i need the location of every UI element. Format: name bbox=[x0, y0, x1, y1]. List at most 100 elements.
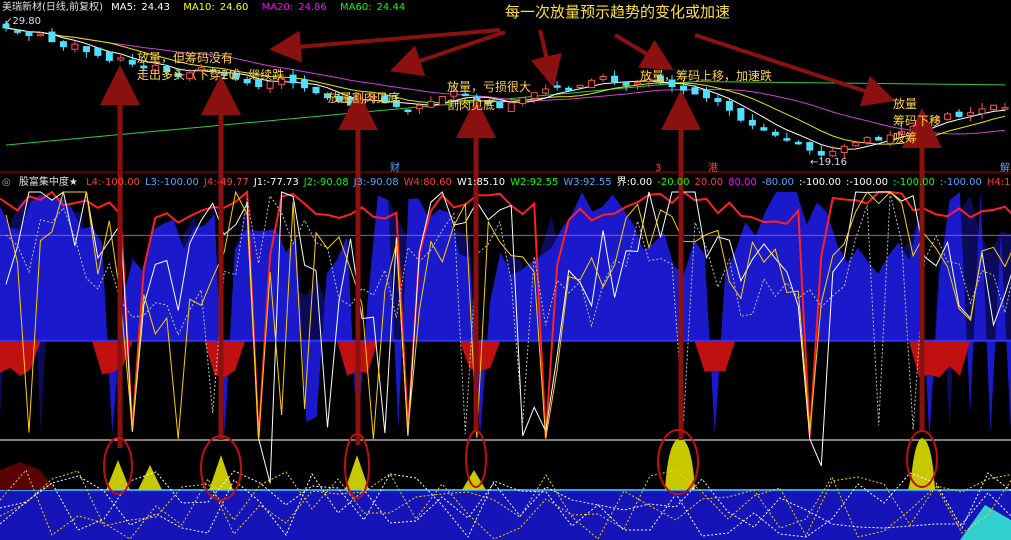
indicator-area-red bbox=[0, 340, 1011, 378]
candle-body bbox=[438, 95, 446, 106]
marker-gang: 港 bbox=[708, 163, 718, 174]
indicator-value-7: W1:85.10 bbox=[456, 177, 506, 188]
candle-body bbox=[702, 89, 710, 99]
candle-body bbox=[13, 30, 21, 33]
indicator-area-blue bbox=[0, 192, 1011, 439]
indicator-value-12: 20.00 bbox=[694, 177, 724, 188]
candle-body bbox=[737, 108, 745, 121]
candle-body bbox=[507, 102, 515, 112]
annotation-5-line2: 筹码下移 bbox=[893, 114, 942, 128]
candle-body bbox=[725, 100, 733, 111]
ma10-name: MA10: bbox=[183, 2, 215, 13]
indicator-value-15: :-100.00 bbox=[799, 177, 841, 188]
candle-body bbox=[496, 101, 504, 109]
candle-body bbox=[611, 75, 619, 83]
marker-3: 3 bbox=[655, 163, 662, 174]
candle-body bbox=[48, 31, 56, 43]
volume-spike bbox=[345, 455, 369, 490]
candle-body bbox=[783, 138, 791, 141]
high-price-label: ↙29.80 bbox=[4, 16, 42, 27]
candle-body bbox=[105, 51, 113, 61]
indicator-value-14: -80.00 bbox=[761, 177, 794, 188]
candle-body bbox=[301, 79, 309, 89]
candle-body bbox=[1001, 107, 1009, 110]
ma10-label: MA10: 24.60 bbox=[183, 2, 253, 13]
indicator-value-10: 界:0.00 bbox=[616, 177, 653, 188]
candle-body bbox=[576, 84, 584, 88]
candle-body bbox=[36, 33, 44, 37]
high-price-value: 29.80 bbox=[12, 16, 42, 27]
annotation-1-line2: 走出多头（下穿20）继续跌 bbox=[137, 68, 285, 82]
candle-body bbox=[565, 87, 573, 91]
headline-arrow bbox=[530, 29, 562, 88]
candle-body bbox=[978, 108, 986, 115]
annotation-1-line1: 放量，但筹码没有 bbox=[137, 51, 234, 65]
headline-annotation: 每一次放量预示趋势的变化或加速 bbox=[505, 3, 731, 21]
indicator-value-5: J3:-90.08 bbox=[353, 177, 399, 188]
candle-body bbox=[990, 104, 998, 111]
candle-body bbox=[553, 85, 561, 88]
candle-body bbox=[530, 92, 538, 99]
candle-body bbox=[128, 59, 136, 65]
low-price-label: ←19.16 bbox=[810, 157, 848, 168]
candle-body bbox=[852, 142, 860, 147]
ma5-label: MA5: 24.43 bbox=[111, 2, 175, 13]
price-panel-header: 美瑞新材(日线,前复权) MA5: 24.43 MA10: 24.60 MA20: 2… bbox=[2, 1, 415, 15]
ma60-label: MA60: 24.44 bbox=[340, 2, 410, 13]
candle-body bbox=[59, 41, 67, 48]
annotation-5-line3: 吸筹 bbox=[893, 131, 918, 145]
candle-body bbox=[955, 111, 963, 117]
indicator-value-19: H4:100.00 bbox=[986, 177, 1011, 188]
ma60-name: MA60: bbox=[339, 2, 372, 13]
candle-body bbox=[760, 127, 768, 131]
panel-dot-icon: ◎ bbox=[2, 177, 11, 188]
headline-arrow bbox=[613, 33, 674, 71]
indicator-value-17: :-100.00 bbox=[892, 177, 935, 188]
annotation-2: 放量割肉见底 bbox=[328, 91, 401, 105]
indicator-value-11: -20.00 bbox=[657, 177, 690, 188]
marker-jie: 解 bbox=[1000, 163, 1010, 174]
chart-window: 美瑞新材(日线,前复权) MA5: 24.43 MA10: 24.60 MA20: 2… bbox=[0, 0, 1011, 540]
candle-body bbox=[771, 131, 779, 136]
candle-body bbox=[679, 85, 687, 91]
candle-body bbox=[71, 43, 79, 50]
indicator-value-2: J4:-49.77 bbox=[203, 177, 249, 188]
indicator-value-8: W2:92.55 bbox=[510, 177, 559, 188]
candle-body bbox=[840, 145, 848, 153]
volume-spike bbox=[138, 465, 162, 490]
ma20-name: MA20: bbox=[261, 2, 294, 13]
indicator-value-3: J1:-77.73 bbox=[253, 177, 299, 188]
candle-body bbox=[863, 137, 871, 144]
candle-body bbox=[117, 57, 125, 61]
ma20-label: MA20: 24.86 bbox=[262, 2, 332, 13]
indicator-value-4: J2:-90.08 bbox=[303, 177, 349, 188]
candle-body bbox=[599, 76, 607, 81]
candle-body bbox=[714, 98, 722, 102]
candle-body bbox=[691, 87, 699, 95]
candle-body bbox=[289, 74, 297, 84]
stock-title: 美瑞新材(日线,前复权) bbox=[2, 2, 103, 13]
candle-body bbox=[415, 104, 423, 110]
candle-body bbox=[94, 47, 102, 56]
indicator-title: 股富集中度★ bbox=[18, 177, 78, 188]
candle-body bbox=[875, 137, 883, 141]
low-price-value: 19.16 bbox=[818, 157, 848, 168]
indicator-value-0: L4:-100.00 bbox=[86, 177, 140, 188]
marker-cai: 财 bbox=[390, 163, 400, 174]
ma5-name: MA5: bbox=[111, 2, 137, 13]
indicator-value-16: :-100.00 bbox=[845, 177, 888, 188]
indicator-value-1: L3:-100.00 bbox=[144, 177, 199, 188]
ma10-value: 24.60 bbox=[219, 2, 249, 13]
annotation-3-line1: 放量，亏损很大 bbox=[447, 80, 532, 94]
candle-body bbox=[404, 109, 412, 112]
headline-arrow bbox=[694, 33, 896, 107]
candle-body bbox=[588, 79, 596, 89]
annotation-4: 放量，筹码上移，加速跌 bbox=[640, 69, 773, 83]
candle-body bbox=[967, 112, 975, 116]
indicator-value-9: W3:92.55 bbox=[563, 177, 612, 188]
indicator-value-13: 80.00 bbox=[728, 177, 757, 188]
ma5-value: 24.43 bbox=[141, 2, 171, 13]
volume-spike bbox=[209, 455, 233, 490]
candle-body bbox=[82, 46, 90, 53]
candle-body bbox=[25, 31, 33, 36]
